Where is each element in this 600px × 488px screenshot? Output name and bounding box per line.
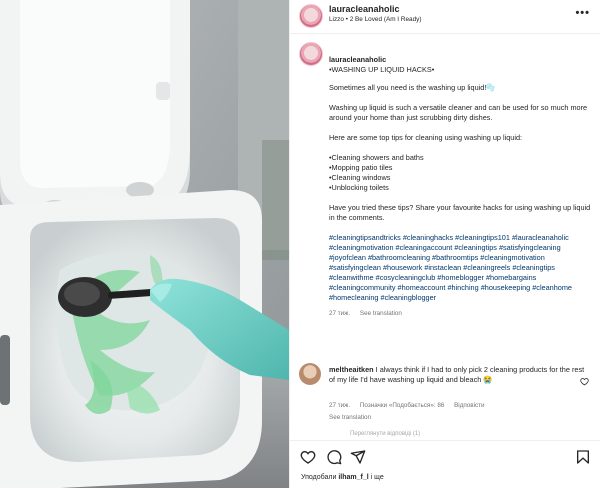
- view-replies-link[interactable]: Переглянути відповіді (1): [350, 431, 420, 437]
- caption-paragraph-4: Have you tried these tips? Share your fa…: [329, 203, 591, 222]
- liked-by-prefix: Уподобали: [301, 474, 337, 481]
- post-media[interactable]: [0, 0, 289, 488]
- post-header: lauracleanaholic Lizzo • 2 Be Loved (Am …: [290, 0, 600, 34]
- audio-track-label[interactable]: Lizzo • 2 Be Loved (Am I Ready): [329, 16, 421, 23]
- caption-meta: 27 тиж. See translation: [329, 309, 591, 319]
- post-panel: lauracleanaholic Lizzo • 2 Be Loved (Am …: [289, 0, 600, 488]
- comment-likes-count[interactable]: Позначки «Подобається»: 86: [360, 402, 444, 409]
- caption-title: •WASHING UP LIQUID HACKS•: [329, 65, 435, 74]
- comment-meta: 27 тиж. Позначки «Подобається»: 86 Відпо…: [329, 402, 493, 409]
- post-caption: lauracleanaholic •WASHING UP LIQUID HACK…: [329, 45, 591, 319]
- caption-tips-list: •Cleaning showers and baths •Mopping pat…: [329, 153, 424, 192]
- liked-by-suffix[interactable]: і ще: [371, 474, 384, 481]
- caption-paragraph-3: Here are some top tips for cleaning usin…: [329, 133, 523, 142]
- comment-see-translation[interactable]: See translation: [329, 414, 371, 421]
- author-avatar[interactable]: [299, 4, 323, 28]
- comment-icon[interactable]: [326, 449, 342, 465]
- more-options-icon[interactable]: •••: [575, 7, 590, 19]
- comment-username[interactable]: meltheaitken: [329, 365, 374, 374]
- bookmark-icon[interactable]: [575, 449, 591, 465]
- heart-icon[interactable]: [300, 449, 316, 465]
- share-icon[interactable]: [350, 449, 366, 465]
- author-username[interactable]: lauracleanaholic: [329, 4, 400, 14]
- caption-time: 27 тиж.: [329, 310, 351, 317]
- caption-hashtags[interactable]: #cleaningtipsandtricks #cleaninghacks #c…: [329, 233, 591, 303]
- comment-item: meltheaitken I always think if I had to …: [329, 365, 591, 385]
- comments-scroll-area[interactable]: lauracleanaholic •WASHING UP LIQUID HACK…: [290, 35, 600, 437]
- liked-by-summary[interactable]: Уподобали ilham_f_l і ще: [301, 474, 384, 481]
- comment-reply-button[interactable]: Відповісти: [454, 402, 484, 409]
- caption-username[interactable]: lauracleanaholic: [329, 55, 386, 64]
- comment-like-icon[interactable]: [580, 377, 589, 388]
- caption-author-avatar[interactable]: [299, 42, 323, 66]
- caption-paragraph-1: Sometimes all you need is the washing up…: [329, 83, 496, 92]
- commenter-avatar[interactable]: [299, 363, 321, 385]
- toilet-video-frame: [0, 0, 289, 488]
- post-actions-bar: Уподобали ilham_f_l і ще: [290, 440, 600, 488]
- liked-by-user[interactable]: ilham_f_l: [338, 474, 368, 481]
- caption-paragraph-2: Washing up liquid is such a versatile cl…: [329, 103, 588, 122]
- comment-time: 27 тиж.: [329, 402, 351, 409]
- see-translation-link[interactable]: See translation: [360, 310, 402, 317]
